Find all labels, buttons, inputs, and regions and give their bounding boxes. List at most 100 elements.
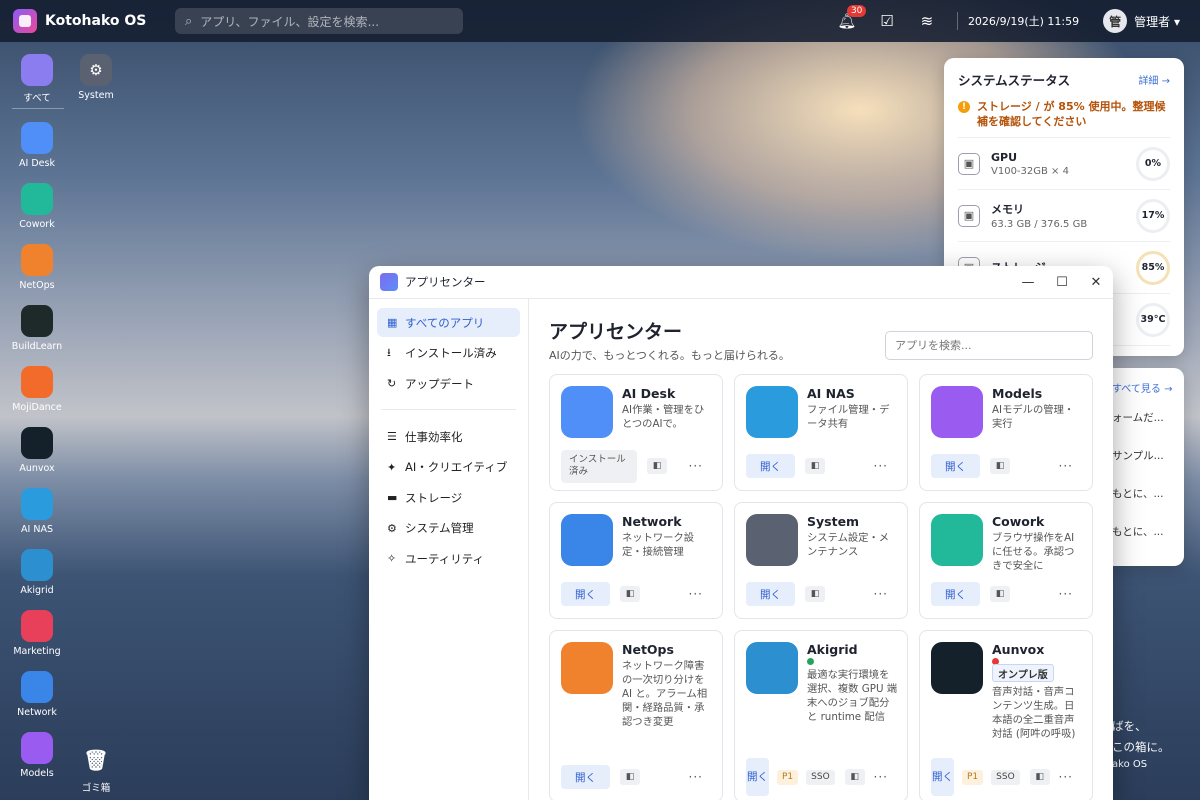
category-icon: ☰	[387, 430, 397, 443]
trash-icon: 🗑︎	[83, 748, 109, 772]
onprem-badge: オンプレ版	[992, 664, 1054, 682]
app-card[interactable]: AI Desk AI作業・管理をひとつのAIで。 インストール済み ◧ ···	[549, 374, 723, 491]
panel-toggle-button[interactable]: ◧	[990, 586, 1010, 602]
dock-item-buildlearn[interactable]: BuildLearn	[7, 305, 67, 352]
panel-toggle-button[interactable]: ◧	[620, 769, 640, 785]
app-card[interactable]: Network ネットワーク設定・接続管理 開く ◧ ···	[549, 502, 723, 619]
app-actions: 開く ◧ ···	[746, 582, 896, 606]
activity-item[interactable]: サンプル...	[1112, 448, 1164, 463]
resource-usage-ring: 85%	[1136, 250, 1170, 285]
maximize-button[interactable]: ☐	[1045, 275, 1079, 290]
panel-toggle-button[interactable]: ◧	[844, 769, 865, 785]
dock-item-akigrid[interactable]: Akigrid	[7, 549, 67, 596]
open-button[interactable]: 開く	[931, 582, 980, 606]
dock-item-すべて[interactable]: すべて	[7, 54, 67, 104]
storage-warning-text: ストレージ / が 85% 使用中。整理候補を確認してください	[977, 100, 1166, 128]
installed-button[interactable]: インストール済み	[561, 449, 637, 483]
tasks-check-icon[interactable]: ☑	[867, 12, 907, 30]
browser-cursor-icon	[21, 183, 53, 215]
sidebar-item-アップデート[interactable]: ↻ アップデート	[377, 369, 520, 398]
app-card[interactable]: Cowork ブラウザ操作をAIに任せる。承認つきで安全に 開く ◧ ···	[919, 502, 1093, 619]
app-search-input[interactable]	[885, 331, 1093, 360]
app-description: 最適な実行環境を選択、複数 GPU 端末へのジョブ配分と runtime 配信	[807, 669, 898, 723]
activity-item[interactable]: ォームだ...	[1112, 410, 1164, 425]
more-options-button[interactable]: ···	[1059, 459, 1073, 473]
more-options-button[interactable]: ···	[874, 459, 888, 473]
dock-item-aunvox[interactable]: Aunvox	[7, 427, 67, 474]
dock-item-cowork[interactable]: Cowork	[7, 183, 67, 230]
activity-item[interactable]: もとに、...	[1112, 524, 1164, 539]
activity-item[interactable]: もとに、...	[1112, 486, 1164, 501]
dock-item-label: MojiDance	[12, 402, 62, 413]
app-description: AI作業・管理をひとつのAIで。	[622, 404, 705, 430]
user-menu[interactable]: 管理者 ▾	[1134, 13, 1180, 30]
dock-item-mojidance[interactable]: MojiDance	[7, 366, 67, 413]
notification-bell-icon[interactable]: 🔔︎ 30	[827, 5, 867, 30]
dock-item-ai-nas[interactable]: AI NAS	[7, 488, 67, 535]
open-button[interactable]: 開く	[931, 758, 954, 796]
panel-toggle-button[interactable]: ◧	[805, 458, 825, 474]
status-dot	[807, 658, 814, 665]
panel-toggle-button[interactable]: ◧	[620, 586, 640, 602]
system-status-detail-link[interactable]: 詳細 →	[1138, 72, 1170, 87]
more-options-button[interactable]: ···	[689, 587, 703, 601]
dock-item-netops[interactable]: NetOps	[7, 244, 67, 291]
dock-item-network[interactable]: Network	[7, 671, 67, 718]
panel-toggle-button[interactable]: ◧	[1029, 769, 1050, 785]
panel-toggle-button[interactable]: ◧	[990, 458, 1010, 474]
sidebar-category-仕事効率化[interactable]: ☰ 仕事効率化	[377, 422, 520, 451]
sidebar-category-システム管理[interactable]: ⚙ システム管理	[377, 514, 520, 543]
app-actions: 開く P1 SSO ◧ ···	[931, 758, 1081, 796]
storage-warning[interactable]: ! ストレージ / が 85% 使用中。整理候補を確認してください	[958, 99, 1170, 138]
open-button[interactable]: 開く	[561, 765, 610, 789]
more-options-button[interactable]: ···	[874, 587, 888, 601]
nav-icon: ▦	[387, 316, 398, 329]
app-card[interactable]: NetOps ネットワーク障害の一次切り分けをAI と。アラーム相関・経路品質・承…	[549, 630, 723, 800]
panel-toggle-button[interactable]: ◧	[805, 586, 825, 602]
global-search-input[interactable]: ⌕ アプリ、ファイル、設定を検索...	[175, 8, 463, 34]
desktop-trash-shortcut[interactable]: 🗑︎ ゴミ箱	[66, 744, 126, 794]
user-avatar[interactable]: 管	[1103, 9, 1128, 33]
dock-item-models[interactable]: Models	[7, 732, 67, 779]
layers-icon[interactable]: ≋	[907, 12, 947, 30]
dock-item-marketing[interactable]: Marketing	[7, 610, 67, 657]
resource-row[interactable]: ▣ メモリ 63.3 GB / 376.5 GB 17%	[958, 190, 1170, 242]
more-options-button[interactable]: ···	[1059, 770, 1073, 784]
app-actions: 開く ◧ ···	[561, 765, 711, 789]
desktop-system-shortcut[interactable]: ⚙ System	[66, 54, 126, 101]
open-button[interactable]: 開く	[746, 582, 795, 606]
app-card[interactable]: Models AIモデルの管理・実行 開く ◧ ···	[919, 374, 1093, 491]
minimize-button[interactable]: —	[1011, 275, 1045, 290]
more-options-button[interactable]: ···	[874, 770, 888, 784]
dock-item-label: Marketing	[13, 646, 61, 657]
sidebar-item-label: ストレージ	[405, 490, 463, 505]
more-options-button[interactable]: ···	[689, 459, 703, 473]
open-button[interactable]: 開く	[746, 758, 769, 796]
close-button[interactable]: ✕	[1079, 275, 1113, 290]
app-card[interactable]: Akigrid 最適な実行環境を選択、複数 GPU 端末へのジョブ配分と runt…	[734, 630, 908, 800]
app-name: Cowork	[992, 514, 1045, 529]
os-logo-icon[interactable]	[13, 9, 37, 33]
dock-item-label: すべて	[23, 93, 51, 104]
window-titlebar[interactable]: アプリセンター — ☐ ✕	[369, 266, 1113, 299]
more-options-button[interactable]: ···	[1059, 587, 1073, 601]
open-button[interactable]: 開く	[931, 454, 980, 478]
sidebar-category-ユーティリティ[interactable]: ✧ ユーティリティ	[377, 544, 520, 573]
app-name: NetOps	[622, 642, 674, 657]
app-card[interactable]: System システム設定・メンテナンス 開く ◧ ···	[734, 502, 908, 619]
tag-p1: P1	[777, 769, 799, 785]
panel-toggle-button[interactable]: ◧	[647, 458, 667, 474]
app-icon-models	[931, 386, 983, 438]
app-card[interactable]: AI NAS ファイル管理・データ共有 開く ◧ ···	[734, 374, 908, 491]
sidebar-item-すべてのアプリ[interactable]: ▦ すべてのアプリ	[377, 308, 520, 337]
sidebar-item-インストール済み[interactable]: ⭳ インストール済み	[377, 339, 520, 368]
sidebar-category-AI・クリエイティブ[interactable]: ✦ AI・クリエイティブ	[377, 453, 520, 482]
see-all-link[interactable]: すべて見る →	[1112, 380, 1172, 395]
dock-item-ai-desk[interactable]: AI Desk	[7, 122, 67, 169]
open-button[interactable]: 開く	[746, 454, 795, 478]
open-button[interactable]: 開く	[561, 582, 610, 606]
sidebar-category-ストレージ[interactable]: ▬ ストレージ	[377, 483, 520, 512]
resource-row[interactable]: ▣ GPU V100-32GB × 4 0%	[958, 138, 1170, 190]
more-options-button[interactable]: ···	[689, 770, 703, 784]
app-card[interactable]: Aunvox オンプレ版 音声対話・音声コンテンツ生成。日本語の全二重音声対話 (阿…	[919, 630, 1093, 800]
